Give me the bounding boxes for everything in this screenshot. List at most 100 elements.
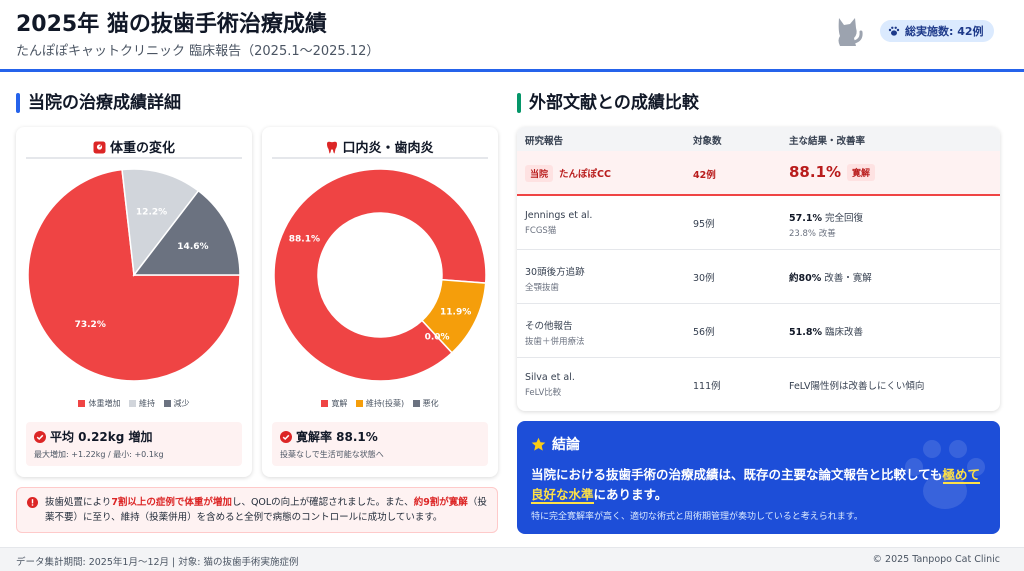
cell-study: Silva et al. FeLV比較 <box>525 372 575 398</box>
comparison-table: 研究報告 対象数 主な結果・改善率 当院 たんぽぽCC 42例 88.1% 寛解 J… <box>517 127 1000 411</box>
legend-label: 維持 <box>139 399 155 408</box>
scale-icon <box>93 141 106 154</box>
cell-result: 57.1% 完全回復 23.8% 改善 <box>789 210 863 239</box>
col-header: 研究報告 <box>525 136 564 147</box>
ours-tag: 当院 <box>525 165 554 182</box>
alert-text: し、QOLの向上が確認されました。また、 <box>231 497 414 508</box>
footer-period: データ集計期間: 2025年1月〜12月 | 対象: 猫の抜歯手術実施症例 <box>16 557 299 568</box>
weight-card-title: 体重の変化 <box>26 137 242 159</box>
cell-study: 当院 たんぽぽCC <box>525 165 611 182</box>
col-header: 対象数 <box>693 136 722 147</box>
slice-label: 0.0% <box>425 333 450 343</box>
result-text: 臨床改善 <box>821 327 863 338</box>
study-sub: FCGS猫 <box>525 226 557 236</box>
slice-label: 73.2% <box>75 320 106 330</box>
legend-item: 悪化 <box>412 398 439 409</box>
stomatitis-stat-value: 寛解率 88.1% <box>296 430 378 444</box>
check-circle-icon <box>280 430 292 443</box>
legend-label: 維持(投薬) <box>365 399 405 408</box>
stomatitis-card-title: 口内炎・歯肉炎 <box>272 137 488 159</box>
stomatitis-stat-main: 寛解率 88.1% <box>280 428 480 445</box>
table-row-ours: 当院 たんぽぽCC 42例 88.1% 寛解 <box>517 151 1000 196</box>
conclusion-box: 結論 当院における抜歯手術の治療成績は、既存の主要な論文報告と比較しても極めて良… <box>517 421 1000 534</box>
result-sub: 23.8% 改善 <box>789 229 836 239</box>
conclusion-title-text: 結論 <box>552 437 580 453</box>
result-text: 改善・寛解 <box>821 273 872 284</box>
slice-label: 88.1% <box>289 234 320 244</box>
table-header: 研究報告 対象数 主な結果・改善率 <box>517 127 1000 151</box>
slice-label: 11.9% <box>440 308 471 318</box>
badge-text: 総実施数: 42例 <box>905 25 984 38</box>
weight-stat-value: 平均 0.22kg 増加 <box>50 430 153 444</box>
cell-result: 約80% 改善・寛解 <box>789 270 872 284</box>
result-text: FeLV陽性例は改善しにくい傾向 <box>789 381 925 392</box>
page-title: 2025年 猫の抜歯手術治療成績 <box>16 12 327 37</box>
cell-study: その他報告 抜歯＋併用療法 <box>525 318 585 347</box>
cell-study: 30頭後方追跡 全顎抜歯 <box>525 264 585 293</box>
conclusion-sub: 特に完全寛解率が高く、適切な術式と周術期管理が奏功していると考えられます。 <box>531 512 863 522</box>
stomatitis-chart-card: 口内炎・歯肉炎 88.1% 11.9% 0.0% 寛解 維持(投薬) 悪化 寛解率 … <box>262 127 498 477</box>
alert-highlight: 7割以上の症例で体重が増加 <box>111 497 232 508</box>
weight-stat-box: 平均 0.22kg 増加 最大増加: +1.22kg / 最小: +0.1kg <box>26 422 242 466</box>
cell-result: 88.1% 寛解 <box>789 163 876 181</box>
table-row: Silva et al. FeLV比較 111例 FeLV陽性例は改善しにくい傾向 <box>517 358 1000 411</box>
weight-stat-main: 平均 0.22kg 増加 <box>34 428 234 445</box>
alert-icon <box>27 497 38 508</box>
cell-count: 95例 <box>693 219 715 230</box>
result-value: 51.8% <box>789 327 822 338</box>
weight-stat-sub: 最大増加: +1.22kg / 最小: +0.1kg <box>34 450 164 459</box>
conclusion-text: 当院における抜歯手術の治療成績は、既存の主要な論文報告と比較しても <box>531 467 943 482</box>
cell-count: 111例 <box>693 381 721 392</box>
result-text: 完全回復 <box>821 213 863 224</box>
weight-card-title-text: 体重の変化 <box>109 141 175 156</box>
result-value: 57.1% <box>789 213 822 224</box>
legend-item: 維持(投薬) <box>355 398 405 409</box>
legend-swatch <box>78 400 86 407</box>
paw-icon <box>888 26 900 36</box>
result-value: 約80% <box>789 273 822 284</box>
page-header: 2025年 猫の抜歯手術治療成績 たんぽぽキャットクリニック 臨床報告（2025… <box>0 0 1024 72</box>
alert-highlight: 約9割が寛解 <box>413 497 468 508</box>
cell-study: Jennings et al. FCGS猫 <box>525 210 592 236</box>
stomatitis-stat-sub: 投薬なしで生活可能な状態へ <box>280 450 384 459</box>
alert-text: 抜歯処置により <box>45 497 112 508</box>
page-footer: データ集計期間: 2025年1月〜12月 | 対象: 猫の抜歯手術実施症例 © … <box>0 547 1024 571</box>
stomatitis-legend: 寛解 維持(投薬) 悪化 <box>262 398 498 409</box>
footer-copyright: © 2025 Tanpopo Cat Clinic <box>872 554 1001 565</box>
star-icon <box>531 437 546 451</box>
table-row: その他報告 抜歯＋併用療法 56例 51.8% 臨床改善 <box>517 304 1000 358</box>
legend-label: 体重増加 <box>88 399 121 408</box>
legend-swatch <box>321 400 329 407</box>
legend-swatch <box>355 400 363 407</box>
stomatitis-card-title-text: 口内炎・歯肉炎 <box>342 141 434 156</box>
col-header: 主な結果・改善率 <box>789 136 866 147</box>
ours-name: たんぽぽCC <box>559 169 611 180</box>
legend-label: 悪化 <box>422 399 439 408</box>
legend-label: 減少 <box>173 399 190 408</box>
cat-icon <box>838 18 863 46</box>
section-title-results: 当院の治療成績詳細 <box>16 92 181 114</box>
legend-item: 維持 <box>129 398 155 409</box>
cell-count: 30例 <box>693 273 715 284</box>
page-subtitle: たんぽぽキャットクリニック 臨床報告（2025.1〜2025.12） <box>16 44 380 59</box>
slice-label: 12.2% <box>136 208 167 218</box>
legend-swatch <box>163 400 171 407</box>
check-circle-icon <box>34 430 46 443</box>
stomatitis-donut-chart: 88.1% 11.9% 0.0% <box>273 168 487 382</box>
slice-label: 14.6% <box>177 242 208 252</box>
remission-tag: 寛解 <box>847 163 876 181</box>
study-name: その他報告 <box>525 321 573 332</box>
study-sub: 全顎抜歯 <box>525 283 560 293</box>
legend-item: 体重増加 <box>78 398 120 409</box>
cell-count: 42例 <box>693 170 716 181</box>
weight-legend: 体重増加 維持 減少 <box>16 398 252 409</box>
table-row: Jennings et al. FCGS猫 95例 57.1% 完全回復 23.8%… <box>517 196 1000 250</box>
table-row: 30頭後方追跡 全顎抜歯 30例 約80% 改善・寛解 <box>517 250 1000 304</box>
weight-pie-chart: 73.2% 12.2% 14.6% <box>27 168 241 382</box>
study-name: Silva et al. <box>525 372 575 383</box>
study-name: Jennings et al. <box>525 210 593 221</box>
section-title-comparison: 外部文献との成績比較 <box>517 92 699 114</box>
legend-swatch <box>412 400 420 407</box>
legend-label: 寛解 <box>331 399 348 408</box>
conclusion-title: 結論 <box>531 434 580 454</box>
